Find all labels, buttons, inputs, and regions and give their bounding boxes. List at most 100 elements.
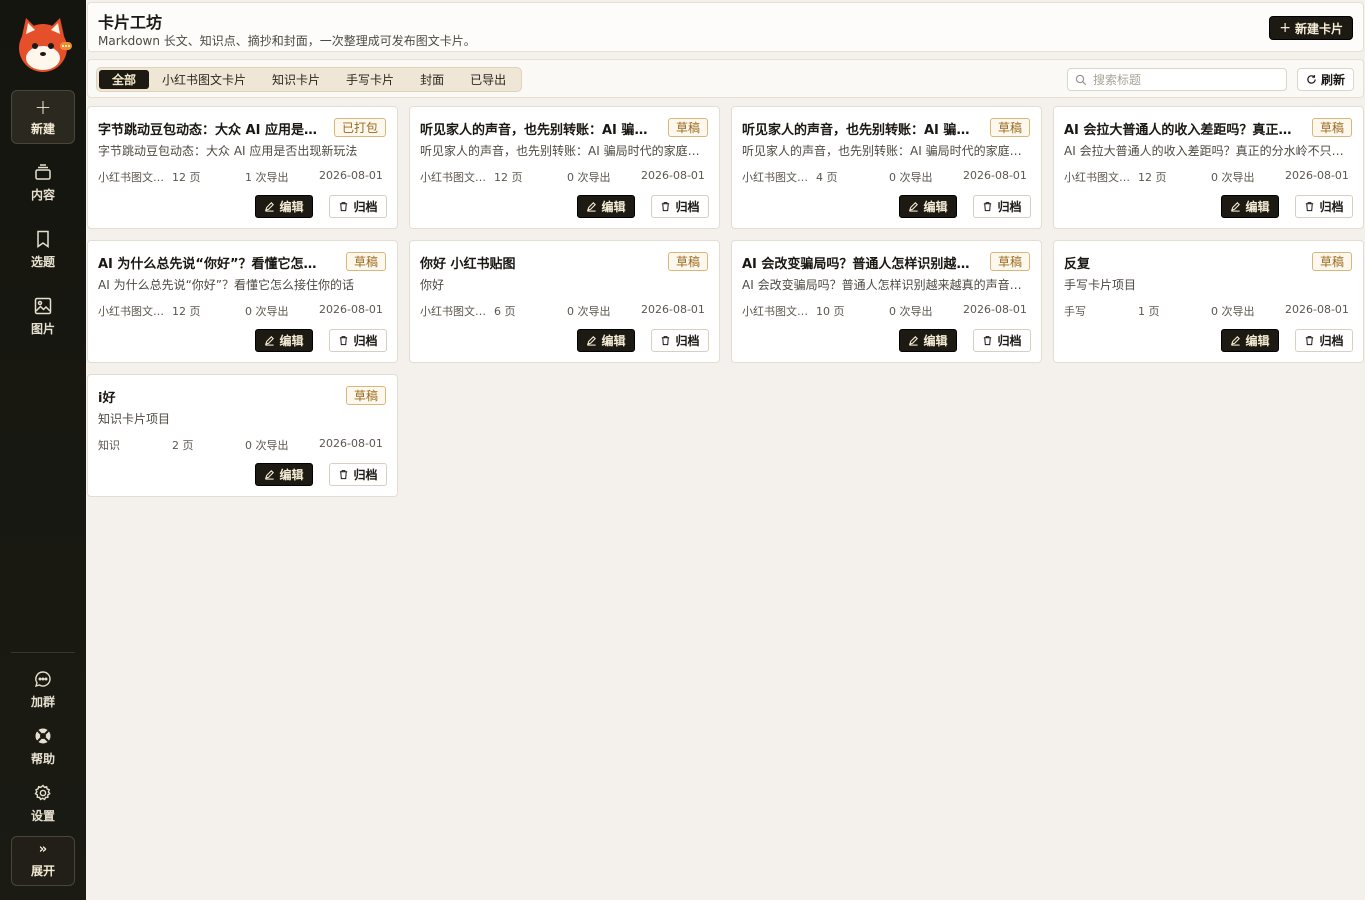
- edit-button[interactable]: 编辑: [899, 329, 957, 352]
- sidebar-item-settings[interactable]: 设置: [11, 777, 75, 830]
- new-card-button[interactable]: + 新建卡片: [1269, 16, 1353, 40]
- trash-icon: [662, 336, 670, 346]
- card-export-count: 0 次导出: [1211, 305, 1255, 318]
- card-item[interactable]: AI 会拉大普通人的收入差距吗？真正的分水岭不只是工具 草稿 AI 会拉大普通人…: [1053, 106, 1364, 229]
- archive-button[interactable]: 归档: [973, 329, 1031, 352]
- card-type: 小红书图文卡片: [98, 171, 166, 184]
- card-pages: 2 页: [172, 439, 194, 452]
- refresh-icon: [1307, 75, 1316, 84]
- card-type: 小红书图文卡片: [420, 171, 488, 184]
- card-item[interactable]: 你好 小红书贴图 草稿 你好 小红书图文卡片 6 页 0 次导出 2026-08…: [409, 240, 720, 363]
- edit-button[interactable]: 编辑: [255, 195, 313, 218]
- archive-label: 归档: [997, 334, 1022, 348]
- edit-label: 编辑: [279, 200, 304, 214]
- edit-button[interactable]: 编辑: [1221, 329, 1279, 352]
- card-pages: 10 页: [816, 305, 845, 318]
- pencil-icon: [265, 470, 275, 480]
- image-icon: [34, 297, 52, 315]
- search-box[interactable]: [1067, 68, 1287, 91]
- chat-icon: [34, 671, 51, 688]
- sidebar-item-topics[interactable]: 选题: [11, 221, 75, 278]
- tab-handwritten-cards[interactable]: 手写卡片: [333, 70, 407, 89]
- archive-label: 归档: [675, 334, 700, 348]
- archive-button[interactable]: 归档: [651, 329, 709, 352]
- tab-exported[interactable]: 已导出: [457, 70, 519, 89]
- sidebar-new-label: 新建: [30, 121, 55, 136]
- archive-label: 归档: [1319, 334, 1344, 348]
- trash-icon: [1306, 202, 1314, 212]
- sidebar-item-label: 选题: [30, 255, 55, 269]
- fox-logo-icon[interactable]: [12, 14, 74, 76]
- card-item[interactable]: AI 会改变骗局吗？普通人怎样识别越来越真的声音 草稿 AI 会改变骗局吗？普通…: [731, 240, 1042, 363]
- trash-icon: [984, 202, 992, 212]
- archive-button[interactable]: 归档: [1295, 195, 1353, 218]
- card-item[interactable]: AI 为什么总先说“你好”？看懂它怎么接住你的话 草稿 AI 为什么总先说“你好…: [87, 240, 398, 363]
- archive-button[interactable]: 归档: [1295, 329, 1353, 352]
- double-chevron-right-icon: »: [38, 841, 48, 857]
- status-badge: 草稿: [989, 252, 1030, 271]
- card-title: i好: [98, 391, 116, 406]
- card-date: 2026-08-01: [319, 303, 383, 316]
- card-description: AI 会拉大普通人的收入差距吗？真正的分水岭不只是工具: [1064, 144, 1354, 158]
- sidebar-item-join-group[interactable]: 加群: [11, 663, 75, 716]
- edit-button[interactable]: 编辑: [577, 195, 635, 218]
- stack-icon: [35, 164, 51, 180]
- card-export-count: 0 次导出: [889, 305, 933, 318]
- pencil-icon: [1231, 202, 1241, 212]
- filter-toolbar: 全部 小红书图文卡片 知识卡片 手写卡片 封面 已导出 刷新: [87, 59, 1364, 98]
- card-pages: 1 页: [1138, 305, 1160, 318]
- sidebar-new-button[interactable]: + 新建: [11, 90, 75, 144]
- card-export-count: 0 次导出: [567, 171, 611, 184]
- card-pages: 12 页: [172, 305, 201, 318]
- tab-cover[interactable]: 封面: [407, 70, 457, 89]
- new-card-label: 新建卡片: [1294, 21, 1343, 36]
- edit-label: 编辑: [601, 200, 626, 214]
- card-item[interactable]: 反复 草稿 手写卡片项目 手写 1 页 0 次导出 2026-08-01 编辑 …: [1053, 240, 1364, 363]
- archive-button[interactable]: 归档: [329, 463, 387, 486]
- card-item[interactable]: 字节跳动豆包动态：大众 AI 应用是否出现新玩法 已打包 字节跳动豆包动态：大众…: [87, 106, 398, 229]
- card-pages: 12 页: [172, 171, 201, 184]
- edit-button[interactable]: 编辑: [1221, 195, 1279, 218]
- card-title: 字节跳动豆包动态：大众 AI 应用是否出现新玩法: [98, 123, 326, 138]
- card-date: 2026-08-01: [641, 303, 705, 316]
- card-description: 听见家人的声音，也先别转账：AI 骗局时代的家庭防线: [742, 144, 1032, 158]
- card-type: 小红书图文卡片: [98, 305, 166, 318]
- archive-button[interactable]: 归档: [329, 195, 387, 218]
- card-item[interactable]: 听见家人的声音，也先别转账：AI 骗局时代的家庭防线 草稿 听见家人的声音，也先…: [409, 106, 720, 229]
- edit-button[interactable]: 编辑: [255, 329, 313, 352]
- sidebar-item-help[interactable]: 帮助: [11, 720, 75, 773]
- pencil-icon: [587, 202, 597, 212]
- card-type: 小红书图文卡片: [742, 171, 810, 184]
- bookmark-icon: [37, 230, 49, 248]
- card-item[interactable]: i好 草稿 知识卡片项目 知识 2 页 0 次导出 2026-08-01 编辑 …: [87, 374, 398, 497]
- search-input[interactable]: [1093, 72, 1273, 87]
- card-type: 小红书图文卡片: [420, 305, 488, 318]
- sidebar-expand-label: 展开: [30, 863, 55, 878]
- tab-knowledge-cards[interactable]: 知识卡片: [259, 70, 333, 89]
- archive-button[interactable]: 归档: [329, 329, 387, 352]
- status-badge: 已打包: [333, 118, 386, 137]
- sidebar-item-label: 内容: [30, 188, 55, 202]
- sidebar-item-content[interactable]: 内容: [11, 154, 75, 211]
- card-export-count: 0 次导出: [245, 439, 289, 452]
- tab-all[interactable]: 全部: [99, 70, 150, 89]
- sidebar-item-images[interactable]: 图片: [11, 288, 75, 345]
- status-badge: 草稿: [1311, 252, 1352, 271]
- refresh-button[interactable]: 刷新: [1296, 68, 1354, 91]
- tab-xiaohongshu-cards[interactable]: 小红书图文卡片: [149, 70, 259, 89]
- archive-button[interactable]: 归档: [973, 195, 1031, 218]
- search-icon: [1075, 74, 1087, 85]
- sidebar-expand-button[interactable]: » 展开: [11, 836, 75, 886]
- sidebar-item-label: 帮助: [30, 752, 55, 766]
- archive-button[interactable]: 归档: [651, 195, 709, 218]
- edit-button[interactable]: 编辑: [899, 195, 957, 218]
- edit-label: 编辑: [601, 334, 626, 348]
- page-header: 卡片工坊 Markdown 长文、知识点、摘抄和封面，一次整理成可发布图文卡片。…: [87, 2, 1364, 52]
- edit-button[interactable]: 编辑: [255, 463, 313, 486]
- trash-icon: [984, 336, 992, 346]
- card-title: AI 会改变骗局吗？普通人怎样识别越来越真的声音: [742, 257, 970, 272]
- card-item[interactable]: 听见家人的声音，也先别转账：AI 骗局时代的家庭防线 草稿 听见家人的声音，也先…: [731, 106, 1042, 229]
- edit-button[interactable]: 编辑: [577, 329, 635, 352]
- status-badge: 草稿: [1311, 118, 1352, 137]
- edit-label: 编辑: [1245, 334, 1270, 348]
